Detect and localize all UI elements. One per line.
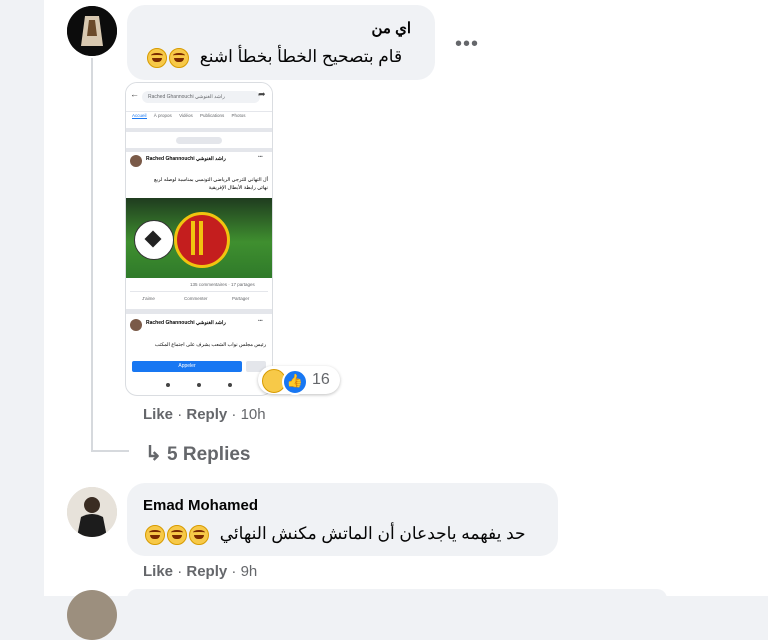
avatar[interactable] [67, 487, 117, 537]
screenshot-divider [126, 148, 272, 152]
comment-text: حد يفهمه ياجدعان أن الماتش مكنش النهائي [143, 524, 526, 545]
screenshot-post-text: أل التهاني للترجي الرياضي التونسي بمناسب… [154, 177, 268, 183]
football-icon [134, 220, 174, 260]
screenshot-tab: À propos [153, 113, 172, 118]
comment-bubble: Emad Mohamed حد يفهمه ياجدعان أن الماتش … [127, 483, 558, 556]
nav-icon [197, 383, 201, 387]
screenshot-topbar: ← Rached Ghannouchi راشد الغنوشي ➦ [126, 83, 272, 112]
grinning-emoji-icon [167, 524, 187, 545]
screenshot-post-stats: 135 commentaires · 17 partages [190, 282, 255, 287]
screenshot-tabs: Accueil À propos Vidéos Publications Pho… [126, 113, 272, 125]
screenshot-post-image [126, 198, 272, 278]
like-button[interactable]: Like [143, 406, 173, 423]
screenshot-like-action: J'aime [142, 296, 155, 301]
like-button[interactable]: Like [143, 563, 173, 580]
screenshot-post-avatar [130, 319, 142, 331]
screenshot-post-text: نهائي رابطة الأبطال الإفريقية [208, 185, 268, 191]
grinning-emoji-icon [189, 524, 209, 545]
screenshot-pill [176, 137, 222, 144]
grinning-emoji-icon [145, 524, 165, 545]
more-options-button[interactable]: ••• [455, 33, 479, 56]
club-crest-icon [174, 212, 230, 268]
screenshot-call-button: Appeler [132, 361, 242, 372]
screenshot-post-more: ••• [258, 318, 263, 323]
screenshot-divider [126, 309, 272, 314]
screenshot-post-more: ••• [258, 154, 263, 159]
screenshot-divider [130, 291, 268, 292]
view-replies-button[interactable]: ↳ 5 Replies [145, 441, 250, 466]
avatar[interactable] [67, 6, 117, 56]
screenshot-tab: Publications [200, 113, 225, 118]
laughing-emoji-icon [169, 47, 189, 68]
like-icon: 👍 [282, 369, 308, 395]
screenshot-divider [126, 128, 272, 132]
nav-icon [166, 383, 170, 387]
avatar-image-icon [67, 6, 117, 56]
avatar-partial [67, 590, 117, 640]
thread-line-curve [91, 450, 129, 452]
screenshot-post-text: رئيس مجلس نواب الشعب يشرف على اجتماع الم… [154, 342, 266, 348]
nav-icon [228, 383, 232, 387]
screenshot-tab: Vidéos [179, 113, 193, 118]
comment-timestamp[interactable]: 9h [241, 563, 258, 580]
comment-image-attachment[interactable]: ← Rached Ghannouchi راشد الغنوشي ➦ Accue… [125, 82, 273, 396]
reply-button[interactable]: Reply [186, 563, 227, 580]
back-arrow-icon: ← [130, 89, 139, 99]
screenshot-share-action: Partager [232, 296, 250, 301]
thread-line-vertical [91, 58, 93, 452]
screenshot-comment-action: Commenter [184, 296, 208, 301]
screenshot-post-author: Rached Ghannouchi راشد الغنوشي [146, 156, 226, 162]
comment-bubble: اي من قام بتصحيح الخطأ بخطأ اشنع [127, 5, 435, 80]
screenshot-search: Rached Ghannouchi راشد الغنوشي [142, 91, 260, 103]
reply-arrow-icon: ↳ [145, 443, 162, 465]
laughing-emoji-icon [147, 47, 167, 68]
comment-author[interactable]: اي من [371, 19, 411, 37]
comment-text-body: حد يفهمه ياجدعان أن الماتش مكنش النهائي [219, 524, 526, 543]
share-icon: ➦ [258, 89, 266, 99]
comment-actions: Like · Reply · 10h [143, 406, 266, 423]
reaction-count: 16 [312, 371, 330, 388]
reply-button[interactable]: Reply [186, 406, 227, 423]
comment-text-body: قام بتصحيح الخطأ بخطأ اشنع [199, 47, 403, 66]
comment-text: قام بتصحيح الخطأ بخطأ اشنع [145, 47, 402, 68]
replies-label: 5 Replies [167, 444, 251, 465]
avatar-image-icon [67, 487, 117, 537]
screenshot-post-avatar [130, 155, 142, 167]
screenshot-tab: Accueil [132, 113, 147, 119]
comment-actions: Like · Reply · 9h [143, 563, 258, 580]
comment-bubble-partial [127, 589, 667, 609]
screenshot-tab: Photos [231, 113, 246, 118]
screenshot-post-author: Rached Ghannouchi راشد الغنوشي [146, 320, 226, 326]
comment-timestamp[interactable]: 10h [241, 406, 266, 423]
comment-author[interactable]: Emad Mohamed [143, 497, 258, 514]
reaction-summary[interactable]: 👍 16 [258, 366, 340, 395]
